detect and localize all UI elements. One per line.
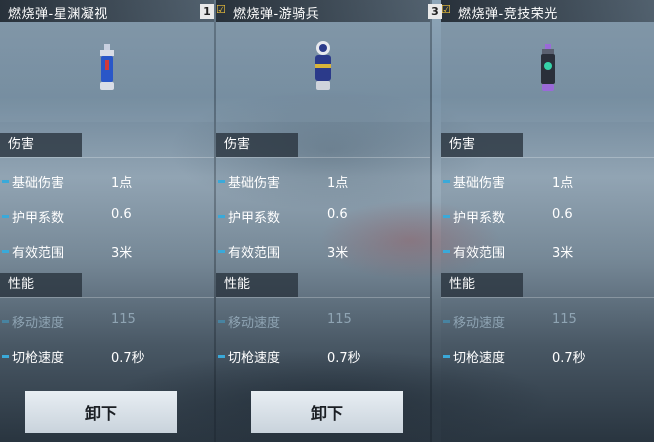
bullet-dash bbox=[218, 355, 225, 358]
stat-row-move-speed: 移动速度 115 bbox=[441, 309, 654, 333]
stat-label: 有效范围 bbox=[12, 246, 65, 261]
stat-row-switch-speed: 切枪速度 0.7秒 bbox=[216, 344, 430, 368]
divider bbox=[216, 157, 430, 158]
stat-value: 3米 bbox=[111, 246, 133, 261]
stat-label: 切枪速度 bbox=[228, 351, 281, 366]
grenade-icon bbox=[315, 41, 331, 90]
bullet-dash bbox=[443, 215, 450, 218]
section-header-performance: 性能 bbox=[0, 273, 82, 297]
stat-value: 0.6 bbox=[552, 207, 573, 222]
stat-label: 有效范围 bbox=[228, 246, 281, 261]
section-header-performance: 性能 bbox=[216, 273, 298, 297]
stat-value: 0.7秒 bbox=[552, 351, 586, 366]
slot-number-badge: 1 bbox=[200, 4, 214, 19]
stat-value: 0.6 bbox=[111, 207, 132, 222]
divider bbox=[0, 297, 214, 298]
stat-label: 护甲系数 bbox=[12, 211, 65, 226]
stat-label: 移动速度 bbox=[12, 316, 65, 331]
grenade-icon bbox=[541, 44, 555, 91]
stat-label: 基础伤害 bbox=[453, 176, 506, 191]
section-header-performance: 性能 bbox=[441, 273, 523, 297]
stat-label: 基础伤害 bbox=[228, 176, 281, 191]
grenade-icon bbox=[100, 44, 114, 90]
stat-row-base-damage: 基础伤害 1点 bbox=[216, 169, 430, 193]
title-bar: ☑ 燃烧弹-游骑兵 bbox=[216, 0, 430, 22]
stat-label: 护甲系数 bbox=[228, 211, 281, 226]
item-preview bbox=[441, 22, 654, 122]
stat-label: 移动速度 bbox=[453, 316, 506, 331]
stat-value: 0.7秒 bbox=[327, 351, 361, 366]
stat-row-switch-speed: 切枪速度 0.7秒 bbox=[0, 344, 214, 368]
bullet-dash bbox=[2, 250, 9, 253]
stat-value: 115 bbox=[327, 312, 352, 327]
stat-row-range: 有效范围 3米 bbox=[0, 239, 214, 263]
stat-value: 1点 bbox=[552, 176, 574, 191]
stat-label: 护甲系数 bbox=[453, 211, 506, 226]
stat-value: 0.6 bbox=[327, 207, 348, 222]
stat-value: 3米 bbox=[327, 246, 349, 261]
stat-row-base-damage: 基础伤害 1点 bbox=[0, 169, 214, 193]
stat-label: 切枪速度 bbox=[453, 351, 506, 366]
checkmark-icon: ☑ bbox=[441, 3, 451, 16]
divider bbox=[441, 297, 654, 298]
stat-label: 移动速度 bbox=[228, 316, 281, 331]
bullet-dash bbox=[2, 355, 9, 358]
title-bar: ☑ 燃烧弹-竞技荣光 3 bbox=[428, 0, 654, 22]
bullet-dash bbox=[2, 180, 9, 183]
stat-label: 基础伤害 bbox=[12, 176, 65, 191]
stat-value: 1点 bbox=[327, 176, 349, 191]
bullet-dash bbox=[218, 215, 225, 218]
stat-value: 115 bbox=[552, 312, 577, 327]
stat-value: 0.7秒 bbox=[111, 351, 145, 366]
bullet-dash bbox=[218, 180, 225, 183]
checkmark-icon: ☑ bbox=[216, 3, 226, 16]
weapon-panel-2: ☑ 燃烧弹-游骑兵 伤害 基础伤害 1点 护甲系数 0.6 有效范围 3米 性能… bbox=[216, 0, 432, 442]
bullet-dash bbox=[443, 250, 450, 253]
stat-row-range: 有效范围 3米 bbox=[441, 239, 654, 263]
bullet-dash bbox=[218, 320, 225, 323]
weapon-title: 燃烧弹-游骑兵 bbox=[233, 7, 320, 22]
weapon-panel-1: 燃烧弹-星渊凝视 1 伤害 基础伤害 1点 护甲系数 0.6 有效范围 3米 性… bbox=[0, 0, 216, 442]
stat-value: 115 bbox=[111, 312, 136, 327]
weapon-title: 燃烧弹-竞技荣光 bbox=[458, 7, 558, 22]
stat-row-armor: 护甲系数 0.6 bbox=[0, 204, 214, 228]
section-header-damage: 伤害 bbox=[0, 133, 82, 157]
unload-button[interactable]: 卸下 bbox=[25, 391, 177, 433]
bullet-dash bbox=[443, 320, 450, 323]
weapon-title: 燃烧弹-星渊凝视 bbox=[8, 7, 108, 22]
stat-value: 3米 bbox=[552, 246, 574, 261]
item-preview bbox=[216, 22, 430, 122]
item-preview bbox=[0, 22, 214, 122]
stat-row-range: 有效范围 3米 bbox=[216, 239, 430, 263]
divider bbox=[0, 157, 214, 158]
slot-number-badge: 3 bbox=[428, 4, 442, 19]
stat-label: 切枪速度 bbox=[12, 351, 65, 366]
stat-value: 1点 bbox=[111, 176, 133, 191]
weapon-panel-3: ☑ 燃烧弹-竞技荣光 3 伤害 基础伤害 1点 护甲系数 0.6 有效范围 3米… bbox=[428, 0, 654, 442]
stat-label: 有效范围 bbox=[453, 246, 506, 261]
stat-row-move-speed: 移动速度 115 bbox=[0, 309, 214, 333]
divider bbox=[216, 297, 430, 298]
divider bbox=[441, 157, 654, 158]
bullet-dash bbox=[443, 180, 450, 183]
stat-row-armor: 护甲系数 0.6 bbox=[216, 204, 430, 228]
section-header-damage: 伤害 bbox=[441, 133, 523, 157]
section-header-damage: 伤害 bbox=[216, 133, 298, 157]
bullet-dash bbox=[2, 215, 9, 218]
bullet-dash bbox=[2, 320, 9, 323]
bullet-dash bbox=[218, 250, 225, 253]
stat-row-move-speed: 移动速度 115 bbox=[216, 309, 430, 333]
stat-row-base-damage: 基础伤害 1点 bbox=[441, 169, 654, 193]
bullet-dash bbox=[443, 355, 450, 358]
stat-row-switch-speed: 切枪速度 0.7秒 bbox=[441, 344, 654, 368]
stat-row-armor: 护甲系数 0.6 bbox=[441, 204, 654, 228]
unload-button[interactable]: 卸下 bbox=[251, 391, 403, 433]
title-bar: 燃烧弹-星渊凝视 1 bbox=[0, 0, 214, 22]
